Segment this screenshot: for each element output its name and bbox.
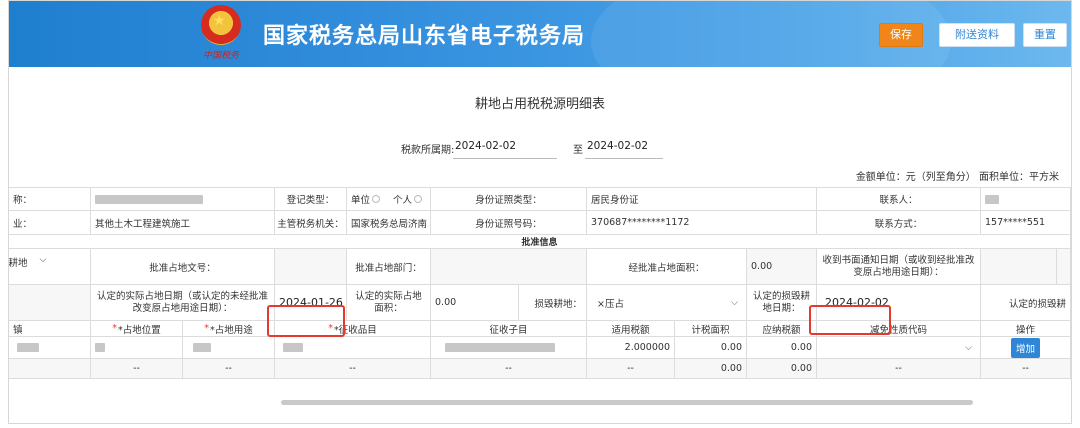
save-button[interactable]: 保存 — [879, 23, 923, 47]
total-usage: -- — [183, 359, 275, 379]
col-tax-rate: 适用税额 — [587, 321, 675, 337]
id-type-label: 身份证照类型： — [431, 187, 587, 211]
approval-section-title: 批准信息 — [9, 235, 1071, 249]
page-title: 耕地占用税税源明细表 — [474, 97, 605, 112]
tax-source-table: 称： 登记类型： 单位 个人 身份证照类型： 居民身份证 联系人： 业： 其他土… — [9, 187, 1071, 403]
total-tax-due: 0.00 — [747, 359, 817, 379]
chevron-down-icon: ⌵ — [731, 297, 738, 308]
damage-label: 损毁耕地： — [519, 285, 587, 321]
chevron-down-icon: ⌵ — [965, 342, 972, 353]
site-title: 国家税务总局山东省电子税务局 — [263, 24, 586, 49]
reset-button[interactable]: 重置 — [1023, 23, 1067, 47]
phone-label: 联系方式： — [817, 211, 981, 235]
land-type-select[interactable]: 总耕地 ⌵ — [9, 249, 91, 285]
tax-emblem-logo: ★ 中国税务 — [195, 5, 247, 63]
table-row-tax-due[interactable]: 0.00 — [747, 337, 817, 359]
industry-label: 业： — [9, 211, 91, 235]
period-end-input[interactable]: 2024-02-02 — [587, 140, 648, 152]
total-subcategory: -- — [431, 359, 587, 379]
industry-value: 其他土木工程建筑施工 — [91, 211, 275, 235]
total-action: -- — [981, 359, 1071, 379]
actual-area-input[interactable]: 0.00 — [431, 285, 519, 321]
actual-date-label: 认定的实际占地日期（或认定的未经批准改变原占地用途日期）： — [91, 285, 275, 321]
tax-authority-value: 国家税务总局济南 — [347, 211, 431, 235]
damage-more-label: 认定的损毁耕 — [981, 285, 1071, 321]
dept-input[interactable] — [431, 249, 587, 285]
id-type-value[interactable]: 居民身份证 — [587, 187, 817, 211]
contact-label: 联系人： — [817, 187, 981, 211]
approved-area-value[interactable]: 0.00 — [747, 249, 817, 285]
doc-no-input[interactable] — [275, 249, 347, 285]
reg-type-label: 登记类型： — [275, 187, 347, 211]
reg-type-radio-group: 单位 个人 — [347, 187, 431, 211]
taxpayer-name-value — [91, 187, 275, 211]
notice-date-input[interactable] — [981, 249, 1057, 285]
attach-documents-button[interactable]: 附送资料 — [939, 23, 1015, 47]
app-window: ★ 中国税务 国家税务总局山东省电子税务局 保存 附送资料 重置 耕地占用税税源… — [8, 0, 1072, 424]
id-no-label: 身份证照号码： — [431, 211, 587, 235]
col-subcategory: 征收子目 — [431, 321, 587, 337]
period-label: 税款所属期: — [401, 145, 455, 156]
name-label: 称： — [9, 187, 91, 211]
table-row-category[interactable] — [275, 337, 431, 359]
period-start-input[interactable]: 2024-02-02 — [455, 140, 516, 152]
reg-option-person-radio[interactable] — [414, 195, 423, 203]
top-banner: ★ 中国税务 国家税务总局山东省电子税务局 保存 附送资料 重置 — [9, 1, 1071, 67]
col-usage: * *占地用途 — [183, 321, 275, 337]
table-row-subcategory[interactable] — [431, 337, 587, 359]
damage-date-highlight — [809, 305, 891, 335]
total-exemption-code: -- — [817, 359, 981, 379]
approved-area-label: 经批准占地面积： — [587, 249, 747, 285]
table-row-taxable-area[interactable]: 0.00 — [675, 337, 747, 359]
horizontal-scrollbar[interactable] — [281, 400, 973, 405]
total-taxable-area: 0.00 — [675, 359, 747, 379]
notice-date-label: 收到书面通知日期（或收到经批准改变原占地用途日期）： — [817, 249, 981, 285]
total-tax-rate: -- — [587, 359, 675, 379]
reg-option-unit-radio[interactable] — [372, 195, 381, 203]
col-tax-due: 应纳税额 — [747, 321, 817, 337]
contact-value[interactable] — [981, 187, 1071, 211]
damage-date-label: 认定的损毁耕地日期： — [747, 285, 817, 321]
reg-option-person-label: 个人 — [393, 195, 413, 206]
table-row-town[interactable] — [9, 337, 91, 359]
col-location: * *占地位置 — [91, 321, 183, 337]
phone-value[interactable]: 157*****551 — [981, 211, 1071, 235]
total-location: -- — [91, 359, 183, 379]
doc-no-label: 批准占地文号： — [91, 249, 275, 285]
chevron-down-icon: ⌵ — [39, 255, 47, 265]
col-taxable-area: 计税面积 — [675, 321, 747, 337]
exemption-code-select[interactable]: ⌵ — [817, 337, 981, 359]
table-row-usage[interactable] — [183, 337, 275, 359]
reg-option-unit-label: 单位 — [351, 195, 371, 206]
damage-select[interactable]: ×压占 ⌵ — [587, 285, 747, 321]
col-town: 镇 — [9, 321, 91, 337]
period-to-label: 至 — [573, 145, 583, 156]
units-note: 金额单位：元（列至角分） 面积单位：平方米 — [855, 172, 1059, 183]
table-row-location[interactable] — [91, 337, 183, 359]
add-row-button[interactable]: 增加 — [1010, 337, 1040, 358]
dept-label: 批准占地部门： — [347, 249, 431, 285]
id-no-value[interactable]: 370687********1172 — [587, 211, 817, 235]
col-action: 操作 — [981, 321, 1071, 337]
table-row-tax-rate[interactable]: 2.000000 — [587, 337, 675, 359]
tax-authority-label: 主管税务机关： — [275, 211, 347, 235]
actual-area-label: 认定的实际占地面积： — [347, 285, 431, 321]
actual-date-highlight — [267, 305, 345, 337]
emblem-text: 中国税务 — [202, 51, 239, 61]
total-category: -- — [275, 359, 431, 379]
